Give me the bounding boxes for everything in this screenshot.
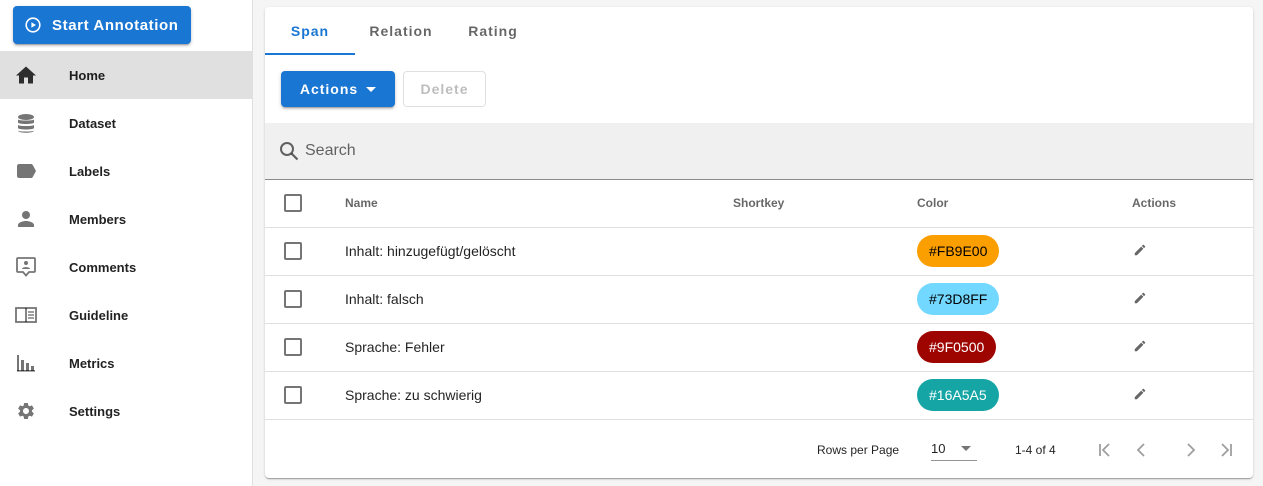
rows-per-page-value: 10 [931,441,946,456]
search-bar [265,123,1253,180]
tab-rating[interactable]: Rating [447,7,539,55]
labels-table: Name Shortkey Color Actions Inhalt: hinz… [265,180,1253,420]
sidebar-item-members[interactable]: Members [0,195,252,243]
actions-button[interactable]: Actions [281,71,395,107]
sidebar-item-home[interactable]: Home [0,51,252,99]
tab-span[interactable]: Span [265,7,355,55]
database-icon [14,111,38,135]
caret-down-icon [366,86,377,92]
edit-icon[interactable] [1133,291,1149,307]
sidebar-item-label: Members [69,211,127,227]
last-page-icon[interactable] [1215,439,1237,461]
table-row: Sprache: Fehler #9F0500 [265,323,1253,372]
rows-per-page-select[interactable]: 10 [931,437,977,461]
sidebar-item-label: Guideline [69,307,129,323]
sidebar-item-label: Labels [69,163,111,179]
label-shortkey [733,227,917,276]
sidebar-item-settings[interactable]: Settings [0,387,252,435]
color-chip: #FB9E00 [917,235,1000,267]
book-icon [14,303,38,327]
label-shortkey [733,371,917,420]
home-icon [14,63,38,87]
sidebar-item-label: Dataset [69,115,116,131]
label-icon [14,159,38,183]
tab-relation[interactable]: Relation [355,7,447,55]
label-name: Sprache: Fehler [345,323,733,372]
row-checkbox[interactable] [284,338,302,356]
table-row: Inhalt: falsch #73D8FF [265,275,1253,324]
sidebar-item-metrics[interactable]: Metrics [0,339,252,387]
next-page-icon[interactable] [1180,439,1202,461]
label-name: Sprache: zu schwierig [345,371,733,420]
select-all-checkbox[interactable] [284,194,302,213]
sidebar-item-label: Home [69,67,106,83]
first-page-icon[interactable] [1094,439,1116,461]
color-chip: #73D8FF [917,283,1000,315]
delete-button[interactable]: Delete [403,71,486,107]
edit-icon[interactable] [1133,243,1149,259]
table-header-row: Name Shortkey Color Actions [265,180,1253,228]
row-checkbox[interactable] [284,242,302,260]
labels-card: Span Relation Rating Actions Delete Name… [265,7,1253,478]
sidebar-item-label: Metrics [69,355,115,371]
header-shortkey[interactable]: Shortkey [733,180,917,228]
sidebar-nav: Home Dataset Labels Members Comments Gui… [0,51,252,435]
caret-down-icon [961,446,971,451]
sidebar-item-labels[interactable]: Labels [0,147,252,195]
search-icon [279,141,299,161]
sidebar: Start Annotation Home Dataset Labels Mem… [0,0,253,486]
edit-icon[interactable] [1133,339,1149,355]
sidebar-item-dataset[interactable]: Dataset [0,99,252,147]
sidebar-item-label: Comments [69,259,137,275]
header-actions: Actions [1132,180,1253,228]
label-shortkey [733,275,917,324]
start-annotation-button[interactable]: Start Annotation [13,6,191,44]
search-input[interactable] [305,142,905,160]
comment-icon [14,255,38,279]
header-name[interactable]: Name [345,180,733,228]
sidebar-item-guideline[interactable]: Guideline [0,291,252,339]
color-chip: #16A5A5 [917,379,999,411]
table-row: Inhalt: hinzugefügt/gelöscht #FB9E00 [265,227,1253,276]
sidebar-item-label: Settings [69,403,121,419]
table-row: Sprache: zu schwierig #16A5A5 [265,371,1253,420]
label-shortkey [733,323,917,372]
edit-icon[interactable] [1133,387,1149,403]
label-name: Inhalt: hinzugefügt/gelöscht [345,227,733,276]
rows-per-page-label: Rows per Page [817,443,900,457]
label-name: Inhalt: falsch [345,275,733,324]
header-color[interactable]: Color [917,180,1132,228]
start-annotation-label: Start Annotation [52,16,179,34]
table-footer: Rows per Page 10 1-4 of 4 [265,425,1253,478]
person-icon [14,207,38,231]
previous-page-icon[interactable] [1130,439,1152,461]
row-checkbox[interactable] [284,386,302,404]
label-type-tabs: Span Relation Rating [265,7,539,55]
page-range: 1-4 of 4 [1015,443,1056,457]
chart-icon [14,351,38,375]
color-chip: #9F0500 [917,331,997,363]
actions-label: Actions [299,81,359,97]
gear-icon [14,399,38,423]
sidebar-item-comments[interactable]: Comments [0,243,252,291]
row-checkbox[interactable] [284,290,302,308]
play-circle-icon [25,17,41,33]
